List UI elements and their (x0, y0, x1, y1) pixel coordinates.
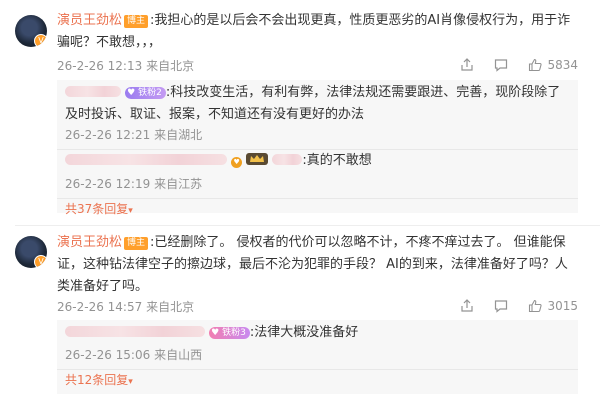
comment-time: 26-2-26 14:57 (57, 300, 143, 314)
verified-icon: V (34, 255, 47, 268)
fan-badge: ♥ 铁粉3 (209, 327, 250, 339)
comment-text: 演员王劲松 博主:我担心的是以后会不会出现更真，性质更恶劣的AI肖像侵权行为，用于… (57, 10, 580, 54)
comment-actions: 3015 (460, 298, 578, 314)
comment-time: 26-2-26 12:13 (57, 59, 143, 73)
chevron-down-icon: ▾ (128, 206, 133, 216)
reply-username-blurred[interactable] (65, 86, 121, 97)
more-replies-link[interactable]: 共37条回复▾ (65, 201, 133, 219)
reply-username-blurred[interactable] (65, 326, 205, 337)
fan-badge: ♥ 铁粉2 (125, 87, 166, 99)
like-count: 5834 (547, 58, 578, 72)
heart-icon: ♥ (211, 328, 220, 338)
comment-text: 演员王劲松 博主:已经删除了。 侵权者的代价可以忽略不计，不疼不痒过去了。 但谁能… (57, 232, 580, 298)
like-icon (528, 299, 543, 313)
reply-location: 来自山西 (154, 348, 203, 362)
reply-list: ♥ 铁粉2:科技改变生活，有利有弊，法律法规还需要跟进、完善，现阶段除了及时投诉… (57, 80, 578, 216)
comment-item: V 演员王劲松 博主:已经删除了。 侵权者的代价可以忽略不计，不疼不痒过去了。 但… (0, 228, 600, 413)
comment-actions: 5834 (460, 57, 578, 73)
reply-location: 来自湖北 (154, 128, 203, 142)
reply-username-blurred (272, 154, 303, 165)
username[interactable]: 演员王劲松 (57, 235, 122, 250)
reply-time: 26-2-26 15:06 (65, 348, 151, 362)
comment-divider (15, 225, 600, 226)
reply-text: ♥ 铁粉3:法律大概没准备好 (65, 322, 570, 344)
comment-icon[interactable] (494, 58, 508, 72)
username[interactable]: 演员王劲松 (57, 13, 122, 28)
verified-icon: V (34, 34, 47, 47)
reply-meta: 26-2-26 15:06 来自山西 (65, 347, 202, 363)
reply-text: ♥ 铁粉2:科技改变生活，有利有弊，法律法规还需要跟进、完善，现阶段除了及时投诉… (65, 82, 570, 126)
reply-body: :真的不敢想 (302, 153, 372, 168)
heart-icon: ♥ (231, 157, 243, 168)
reply-time: 26-2-26 12:21 (65, 128, 151, 142)
reply-time: 26-2-26 12:19 (65, 177, 151, 191)
comment-icon[interactable] (494, 299, 508, 313)
author-badge: 博主 (124, 237, 149, 250)
reply-text: ♥ :真的不敢想 (65, 150, 570, 174)
reply-location: 来自江苏 (154, 177, 203, 191)
like-button[interactable]: 5834 (528, 57, 578, 73)
reply-meta: 26-2-26 12:21 来自湖北 (65, 127, 202, 143)
heart-icon: ♥ (127, 88, 136, 98)
chevron-down-icon: ▾ (128, 377, 133, 387)
like-button[interactable]: 3015 (528, 298, 578, 314)
more-replies-link[interactable]: 共12条回复▾ (65, 372, 133, 390)
reply-username-blurred[interactable] (65, 154, 227, 165)
comment-item: V 演员王劲松 博主:我担心的是以后会不会出现更真，性质更恶劣的AI肖像侵权行为，… (0, 0, 600, 220)
reply-divider (57, 369, 578, 370)
like-count: 3015 (547, 299, 578, 313)
reply-list: ♥ 铁粉3:法律大概没准备好 26-2-26 15:06 来自山西 共12条回复… (57, 320, 578, 394)
avatar[interactable]: V (15, 15, 47, 47)
reply-body: :法律大概没准备好 (249, 325, 359, 340)
comment-meta: 26-2-26 12:13 来自北京 (57, 58, 194, 74)
author-badge: 博主 (124, 15, 149, 28)
reply-divider (57, 198, 578, 199)
comment-location: 来自北京 (146, 59, 195, 73)
comment-meta: 26-2-26 14:57 来自北京 (57, 299, 194, 315)
crown-icon (246, 152, 269, 174)
comment-location: 来自北京 (146, 300, 195, 314)
reply-meta: 26-2-26 12:19 来自江苏 (65, 176, 202, 192)
share-icon[interactable] (460, 58, 474, 72)
avatar[interactable]: V (15, 236, 47, 268)
like-icon (528, 58, 543, 72)
share-icon[interactable] (460, 299, 474, 313)
